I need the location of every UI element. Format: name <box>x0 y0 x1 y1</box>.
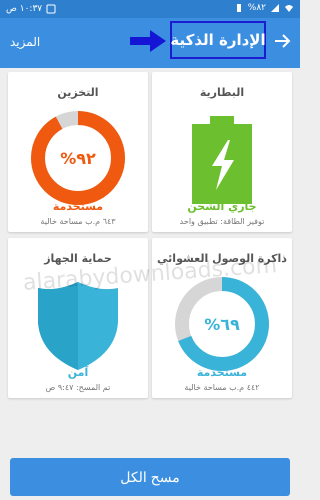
battery-card[interactable]: البطارية جاري الشحن توفير الطاقة: تطبيق … <box>152 72 292 232</box>
page-title-box: الإدارة الذكية <box>170 21 266 59</box>
protection-card[interactable]: حماية الجهاز آمن تم المسح: ٩:٤٧ ص <box>8 238 148 398</box>
memory-percent: %٦٩ <box>204 315 240 334</box>
storage-ring: %٩٢ <box>28 108 128 208</box>
memory-title: ذاكرة الوصول العشوائي <box>157 252 287 265</box>
memory-ring-chart: %٦٩ <box>175 277 269 371</box>
memory-card[interactable]: ذاكرة الوصول العشوائي %٦٩ مستخدمة ٤٤٢ م.… <box>152 238 292 398</box>
protection-status: آمن <box>67 366 89 379</box>
shield-icon <box>38 282 118 370</box>
protection-graphic <box>28 274 128 374</box>
signal-icon <box>271 4 279 12</box>
battery-title: البطارية <box>199 86 245 99</box>
clear-all-button[interactable]: مسح الكل <box>10 458 290 496</box>
status-left: ١٠:٣٧ ص <box>6 4 56 14</box>
battery-icon <box>236 4 241 12</box>
status-time: ١٠:٣٧ ص <box>6 4 43 14</box>
storage-ring-chart: %٩٢ <box>31 111 125 205</box>
wifi-icon <box>285 5 293 12</box>
status-bar: ١٠:٣٧ ص %٨٢ <box>0 0 300 18</box>
status-right: %٨٢ <box>234 3 294 13</box>
protection-title: حماية الجهاز <box>44 252 112 265</box>
storage-title: التخزين <box>57 86 99 99</box>
storage-card[interactable]: التخزين %٩٢ مستخدمة ٦٤٣ م.ب مساحة خالية <box>8 72 148 232</box>
battery-status: جاري الشحن <box>187 200 257 213</box>
battery-subtext: توفير الطاقة: تطبيق واحد <box>179 217 265 226</box>
battery-graphic <box>172 108 272 208</box>
storage-percent: %٩٢ <box>60 149 96 168</box>
more-button[interactable]: المزيد <box>10 35 40 49</box>
back-button[interactable] <box>272 31 292 51</box>
memory-subtext: ٤٤٢ م.ب مساحة خالية <box>184 383 260 392</box>
memory-ring: %٦٩ <box>172 274 272 374</box>
battery-percent: %٨٢ <box>247 3 266 13</box>
battery-icon <box>192 116 252 204</box>
page-title: الإدارة الذكية <box>170 31 266 49</box>
storage-status: مستخدمة <box>52 200 104 213</box>
app-bar: المزيد الإدارة الذكية <box>0 18 300 68</box>
protection-subtext: تم المسح: ٩:٤٧ ص <box>45 383 111 392</box>
arrow-right-icon <box>130 30 166 52</box>
memory-status: مستخدمة <box>196 366 248 379</box>
notification-icon <box>46 4 56 14</box>
storage-subtext: ٦٤٣ م.ب مساحة خالية <box>40 217 116 226</box>
